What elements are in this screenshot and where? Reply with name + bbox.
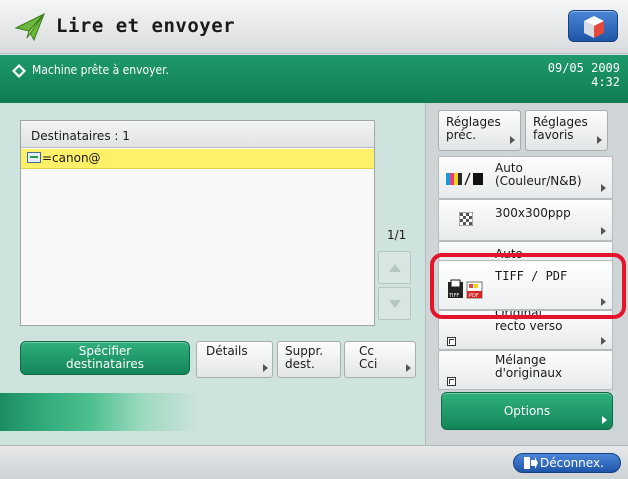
chevron-right-icon [597,136,602,144]
favorite-settings-button[interactable]: Réglages favoris [525,110,608,151]
home-button[interactable] [568,10,618,42]
color-mode-label: Auto (Couleur/N&B) [495,161,582,188]
chevron-right-icon [510,136,515,144]
ready-status-icon [12,64,26,78]
highlight-frame [430,253,626,319]
resolution-icon [459,212,473,226]
mixed-originals-icon [447,377,456,386]
previous-settings-button[interactable]: Réglages préc. [438,110,521,151]
destination-list-header: Destinataires : 1 [21,121,374,148]
chevron-right-icon [601,337,606,345]
destination-area: Destinataires : 1 =canon@ 1/1 Spécifier … [0,103,425,445]
status-date: 09/05 2009 [547,61,620,75]
status-datetime: 09/05 2009 4:32 [548,61,620,89]
resolution-label: 300x300ppp [495,206,571,220]
logout-icon [524,457,538,469]
mixed-originals-label: Mélange d'originaux [495,353,563,380]
home-cube-icon [584,16,604,38]
status-bar: Machine prête à envoyer. 09/05 2009 4:32 [0,55,628,103]
scroll-up-button[interactable] [378,251,411,284]
chevron-right-icon [602,416,607,424]
email-address-icon [27,152,41,163]
destination-list: Destinataires : 1 =canon@ [20,120,375,326]
logout-button[interactable]: Déconnex. [513,453,621,473]
bottom-bar: Déconnex. [0,445,628,479]
cc-bcc-button[interactable]: Cc Cci [344,341,416,378]
color-mode-icon [446,172,483,186]
decorative-stripe [0,393,425,431]
status-message: Machine prête à envoyer. [32,63,169,77]
duplex-icon [447,337,456,346]
options-button[interactable]: Options [441,392,613,430]
chevron-right-icon [601,184,606,192]
paper-plane-icon [14,12,45,42]
chevron-right-icon [601,227,606,235]
page-indicator: 1/1 [387,228,407,242]
delete-destination-button[interactable]: Suppr. dest. [277,341,341,378]
page-title: Lire et envoyer [56,15,236,37]
mixed-originals-button[interactable]: Mélange d'originaux [438,350,613,390]
title-bar: Lire et envoyer [0,0,628,54]
arrow-up-icon [389,264,401,272]
destination-address: =canon@ [42,151,101,165]
scroll-down-button[interactable] [378,287,411,320]
arrow-down-icon [389,300,401,308]
resolution-button[interactable]: 300x300ppp [438,199,613,241]
chevron-right-icon [263,364,268,372]
details-button[interactable]: Détails [196,341,273,378]
chevron-right-icon [406,364,411,372]
specify-destinations-button[interactable]: Spécifier destinataires [20,341,190,375]
color-mode-button[interactable]: Auto (Couleur/N&B) [438,156,613,199]
list-item[interactable]: =canon@ [21,149,374,169]
status-time: 4:32 [591,75,620,89]
